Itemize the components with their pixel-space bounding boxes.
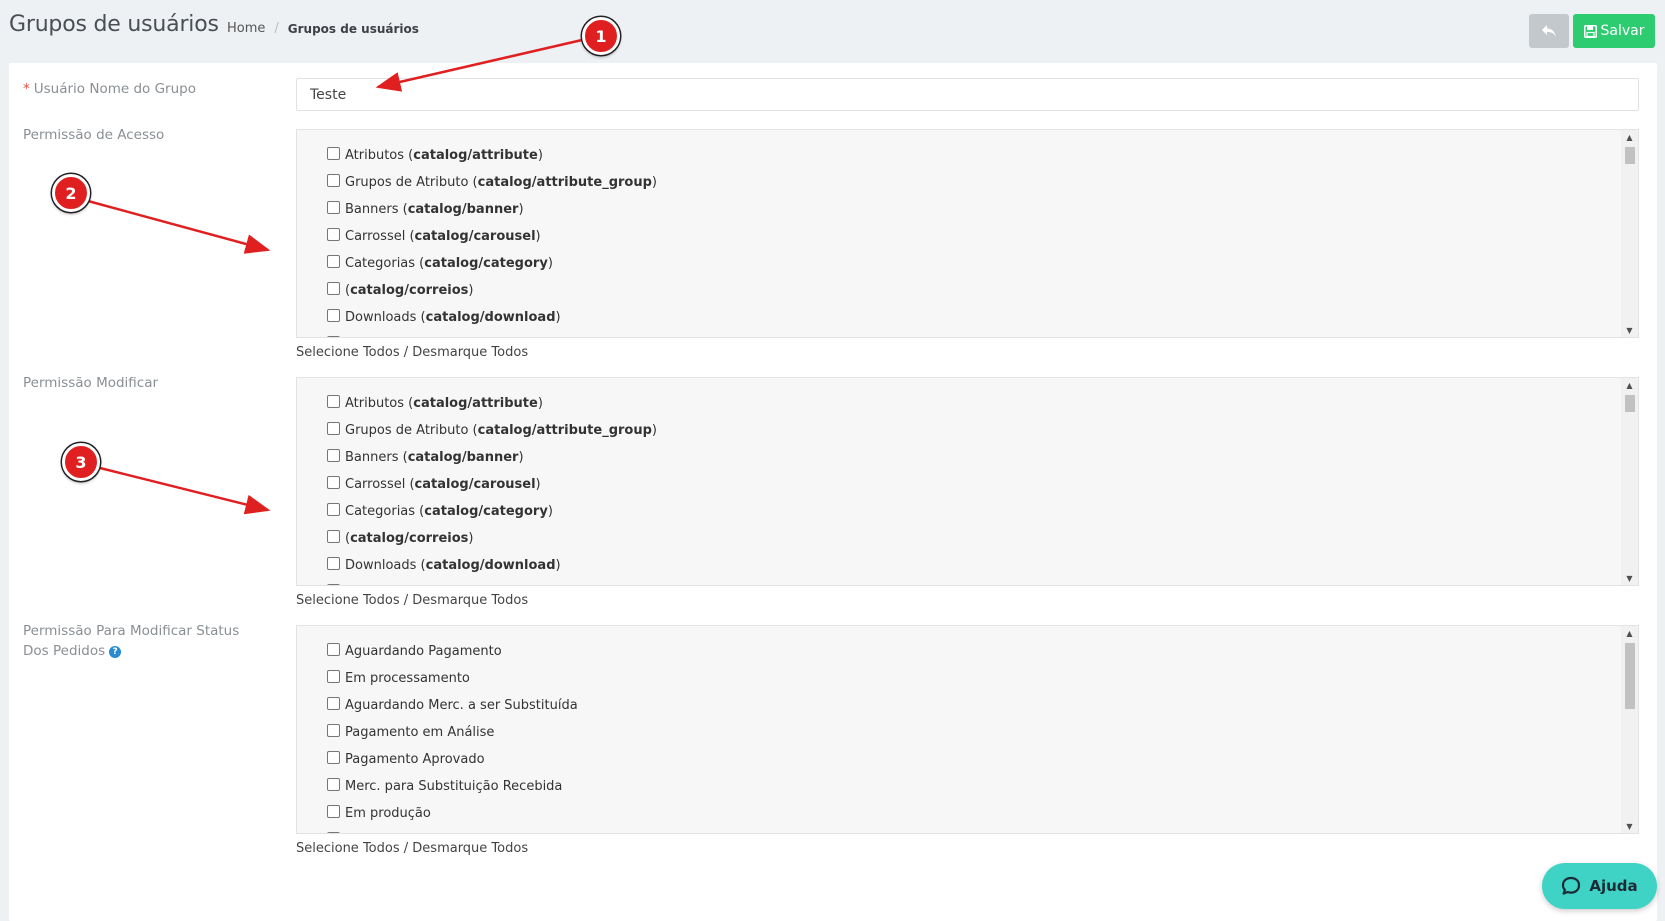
list-item[interactable]: Aguardando Merc. a ser Substituída xyxy=(327,692,578,719)
list-item[interactable]: Banners (catalog/banner) xyxy=(327,444,657,471)
list-item[interactable]: Categorias (catalog/category) xyxy=(327,250,657,277)
checkbox[interactable] xyxy=(327,670,340,683)
scrollbar[interactable]: ▲ ▼ xyxy=(1621,130,1638,337)
order-status-permission-list[interactable]: Aguardando Pagamento Em processamento Ag… xyxy=(296,625,1639,834)
list-item[interactable] xyxy=(327,827,578,833)
scroll-down-arrow-icon[interactable]: ▼ xyxy=(1621,323,1638,337)
list-item[interactable]: (catalog/correios) xyxy=(327,277,657,304)
scroll-down-arrow-icon[interactable]: ▼ xyxy=(1621,819,1638,833)
scroll-down-arrow-icon[interactable]: ▼ xyxy=(1621,571,1638,585)
list-item[interactable]: Pagamento em Análise xyxy=(327,719,578,746)
required-mark: * xyxy=(23,81,30,97)
checkbox[interactable] xyxy=(327,805,340,818)
group-name-label: * Usuário Nome do Grupo xyxy=(23,79,263,99)
select-all-link[interactable]: Selecione Todos xyxy=(296,593,400,608)
list-item[interactable]: Downloads (catalog/download) xyxy=(327,304,657,331)
list-item[interactable]: Carrossel (catalog/carousel) xyxy=(327,223,657,250)
chat-bubble-icon xyxy=(1562,876,1581,895)
help-chat-label: Ajuda xyxy=(1589,877,1638,895)
scroll-thumb[interactable] xyxy=(1625,147,1635,164)
modify-permission-list[interactable]: Atributos (catalog/attribute) Grupos de … xyxy=(296,377,1639,586)
order-status-permission-label-text: Permissão Para Modificar Status Dos Pedi… xyxy=(23,623,240,659)
list-item[interactable]: Grupos de Atributo (catalog/attribute_gr… xyxy=(327,417,657,444)
deselect-all-link[interactable]: Desmarque Todos xyxy=(412,593,528,608)
breadcrumb-separator: / xyxy=(274,21,279,36)
page-title: Grupos de usuários xyxy=(9,12,219,37)
checkbox[interactable] xyxy=(327,832,340,833)
save-button-label: Salvar xyxy=(1600,23,1645,39)
access-select-links: Selecione Todos / Desmarque Todos xyxy=(296,345,528,360)
access-permission-label: Permissão de Acesso xyxy=(23,127,165,143)
question-circle-icon[interactable]: ? xyxy=(109,646,122,658)
checkbox[interactable] xyxy=(327,228,340,241)
order-status-permission-label: Permissão Para Modificar Status Dos Pedi… xyxy=(23,621,263,661)
links-separator: / xyxy=(403,345,409,360)
scroll-thumb[interactable] xyxy=(1625,643,1635,709)
list-item[interactable]: Em processamento xyxy=(327,665,578,692)
list-item[interactable]: Merc. para Substituição Recebida xyxy=(327,773,578,800)
checkbox[interactable] xyxy=(327,255,340,268)
deselect-all-link[interactable]: Desmarque Todos xyxy=(412,345,528,360)
list-item[interactable] xyxy=(327,579,657,585)
reply-icon xyxy=(1542,25,1556,37)
checkbox[interactable] xyxy=(327,724,340,737)
list-item[interactable]: (catalog/correios) xyxy=(327,525,657,552)
scroll-thumb[interactable] xyxy=(1625,395,1635,412)
page-header: Grupos de usuários Home / Grupos de usuá… xyxy=(0,0,1665,60)
checkbox[interactable] xyxy=(327,557,340,570)
checkbox[interactable] xyxy=(327,751,340,764)
checkbox[interactable] xyxy=(327,422,340,435)
scrollbar[interactable]: ▲ ▼ xyxy=(1621,626,1638,833)
form-panel: *Usuário Nome do Grupo Permissão de Aces… xyxy=(9,63,1657,921)
checkbox[interactable] xyxy=(327,395,340,408)
checkbox[interactable] xyxy=(327,643,340,656)
list-item[interactable]: Downloads (catalog/download) xyxy=(327,552,657,579)
modify-select-links: Selecione Todos / Desmarque Todos xyxy=(296,593,528,608)
checkbox[interactable] xyxy=(327,449,340,462)
checkbox[interactable] xyxy=(327,584,340,585)
scroll-up-arrow-icon[interactable]: ▲ xyxy=(1621,378,1638,392)
checkbox[interactable] xyxy=(327,282,340,295)
checkbox[interactable] xyxy=(327,503,340,516)
breadcrumb-current[interactable]: Grupos de usuários xyxy=(288,22,419,36)
floppy-disk-icon xyxy=(1583,24,1597,38)
checkbox[interactable] xyxy=(327,476,340,489)
order-status-select-links: Selecione Todos / Desmarque Todos xyxy=(296,841,528,856)
modify-permission-label: Permissão Modificar xyxy=(23,375,159,391)
list-item[interactable]: Banners (catalog/banner) xyxy=(327,196,657,223)
checkbox[interactable] xyxy=(327,147,340,160)
access-permission-list[interactable]: Atributos (catalog/attribute) Grupos de … xyxy=(296,129,1639,338)
checkbox[interactable] xyxy=(327,174,340,187)
select-all-link[interactable]: Selecione Todos xyxy=(296,841,400,856)
links-separator: / xyxy=(403,841,409,856)
list-item[interactable]: Categorias (catalog/category) xyxy=(327,498,657,525)
checkbox[interactable] xyxy=(327,697,340,710)
group-name-label-text: Usuário Nome do Grupo xyxy=(33,81,196,97)
scrollbar[interactable]: ▲ ▼ xyxy=(1621,378,1638,585)
list-item[interactable]: Atributos (catalog/attribute) xyxy=(327,390,657,417)
scroll-up-arrow-icon[interactable]: ▲ xyxy=(1621,626,1638,640)
links-separator: / xyxy=(403,593,409,608)
checkbox[interactable] xyxy=(327,530,340,543)
list-item[interactable]: Aguardando Pagamento xyxy=(327,638,578,665)
group-name-input[interactable] xyxy=(296,78,1639,111)
list-item[interactable]: Em produção xyxy=(327,800,578,827)
checkbox[interactable] xyxy=(327,309,340,322)
checkbox[interactable] xyxy=(327,778,340,791)
deselect-all-link[interactable]: Desmarque Todos xyxy=(412,841,528,856)
save-button[interactable]: Salvar xyxy=(1573,14,1655,48)
help-chat-button[interactable]: Ajuda xyxy=(1542,863,1657,909)
list-item[interactable]: Atributos (catalog/attribute) xyxy=(327,142,657,169)
list-item[interactable] xyxy=(327,331,657,337)
checkbox[interactable] xyxy=(327,201,340,214)
list-item[interactable]: Grupos de Atributo (catalog/attribute_gr… xyxy=(327,169,657,196)
select-all-link[interactable]: Selecione Todos xyxy=(296,345,400,360)
checkbox[interactable] xyxy=(327,336,340,337)
breadcrumb-home-link[interactable]: Home xyxy=(227,21,265,36)
breadcrumb: Home / Grupos de usuários xyxy=(227,21,419,36)
back-button[interactable] xyxy=(1529,14,1569,48)
scroll-up-arrow-icon[interactable]: ▲ xyxy=(1621,130,1638,144)
list-item[interactable]: Carrossel (catalog/carousel) xyxy=(327,471,657,498)
list-item[interactable]: Pagamento Aprovado xyxy=(327,746,578,773)
